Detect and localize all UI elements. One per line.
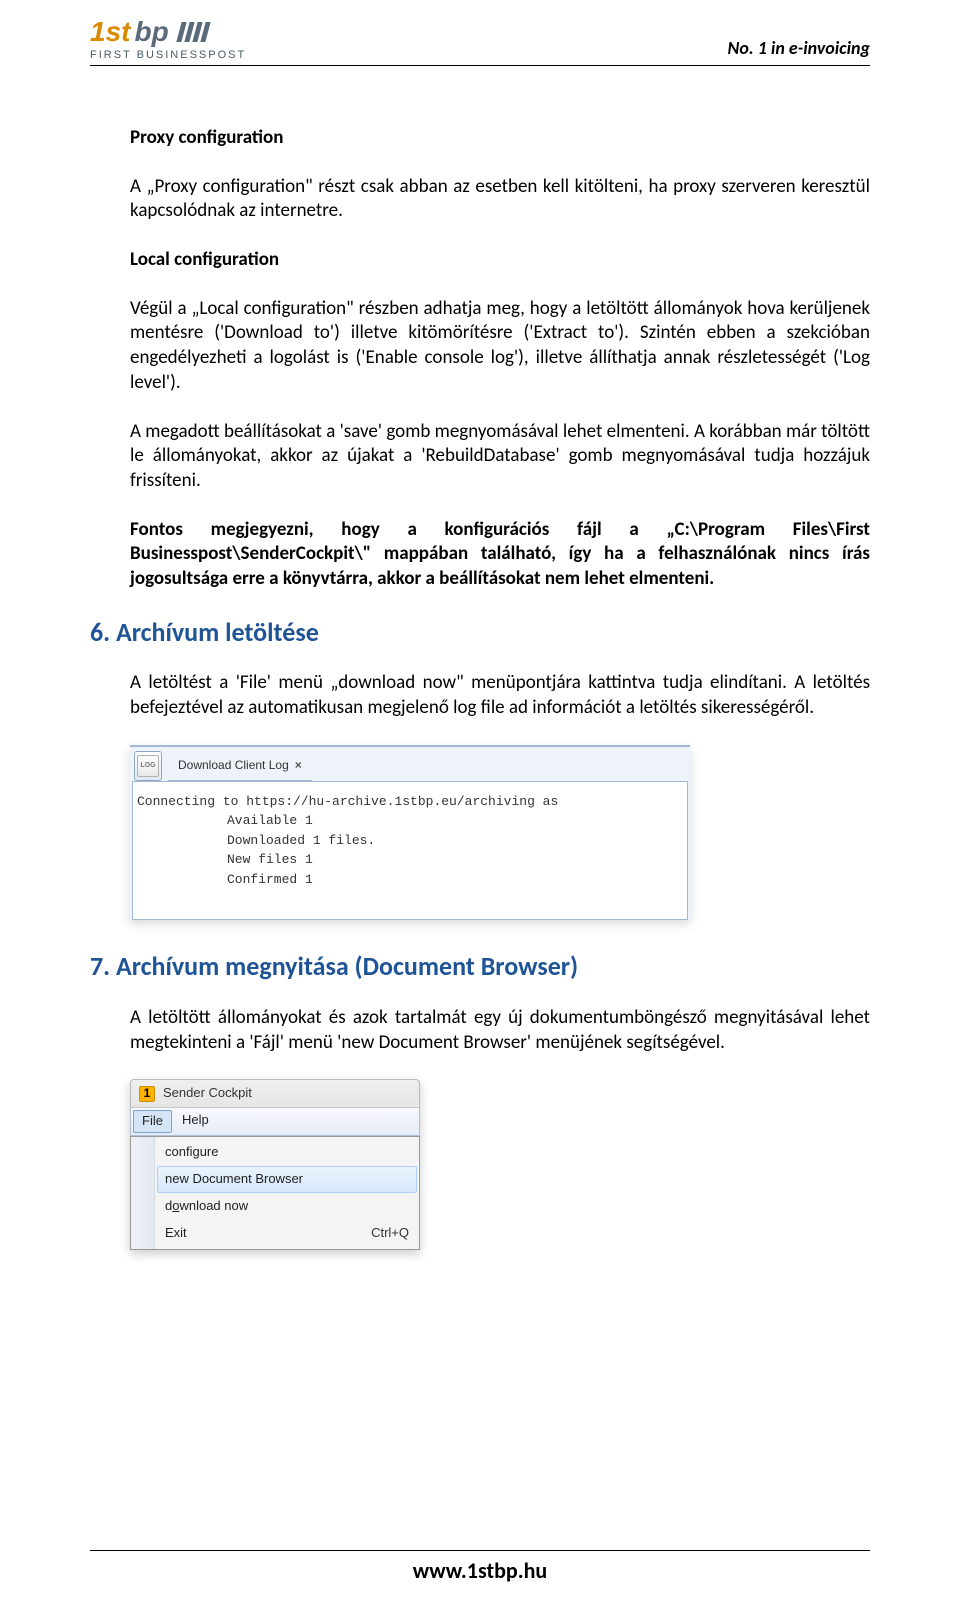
footer-url: www.1stbp.hu (90, 1550, 870, 1584)
local-config-paragraph-1: Végül a „Local configuration" részben ad… (130, 297, 870, 396)
logo-subtitle: FIRST BUSINESSPOST (90, 50, 246, 61)
section-7-paragraph: A letöltött állományokat és azok tartalm… (130, 1006, 870, 1055)
logo-text-a: 1st (90, 18, 130, 46)
window-title: Sender Cockpit (163, 1085, 252, 1102)
menu-screenshot: 1 Sender Cockpit File Help configure new… (130, 1079, 870, 1249)
menu-item-exit-shortcut: Ctrl+Q (371, 1225, 409, 1242)
close-icon[interactable]: × (295, 758, 302, 774)
log-tab[interactable]: Download Client Log × (168, 751, 312, 781)
menu-item-exit[interactable]: Exit Ctrl+Q (157, 1220, 417, 1247)
log-screenshot: LOG Download Client Log × Connecting to … (130, 745, 870, 921)
section-6-paragraph: A letöltést a 'File' menü „download now"… (130, 671, 870, 720)
logo-bars-icon (176, 22, 210, 42)
menu-help[interactable]: Help (172, 1108, 219, 1135)
menu-item-download-now[interactable]: download now (157, 1193, 417, 1220)
file-dropdown: configure new Document Browser download … (130, 1136, 420, 1250)
log-line-2: Available 1 (227, 811, 683, 831)
log-line-3: Downloaded 1 files. (227, 831, 683, 851)
menu-item-new-document-browser-label: new Document Browser (165, 1171, 303, 1188)
log-tab-label: Download Client Log (178, 758, 289, 774)
logo: 1stbp FIRST BUSINESSPOST (90, 18, 246, 61)
tagline: No. 1 in e-invoicing (728, 37, 870, 61)
menu-item-exit-label: Exit (165, 1225, 187, 1242)
menu-file[interactable]: File (133, 1110, 172, 1133)
local-config-paragraph-3: Fontos megjegyezni, hogy a konfigurációs… (130, 518, 870, 592)
section-6-heading: 6. Archívum letöltése (90, 616, 870, 650)
menu-item-new-document-browser[interactable]: new Document Browser (157, 1166, 417, 1193)
log-line-4: New files 1 (227, 850, 683, 870)
proxy-config-paragraph: A „Proxy configuration" részt csak abban… (130, 175, 870, 224)
log-left-button[interactable]: LOG (134, 751, 162, 781)
logo-text-b: bp (134, 18, 168, 46)
local-config-heading: Local configuration (130, 248, 870, 273)
log-line-5: Confirmed 1 (227, 870, 683, 890)
menu-item-configure-label: configure (165, 1144, 218, 1161)
local-config-paragraph-2: A megadott beállításokat a 'save' gomb m… (130, 420, 870, 494)
window-titlebar: 1 Sender Cockpit (130, 1079, 420, 1108)
menu-item-configure[interactable]: configure (157, 1139, 417, 1166)
log-icon: LOG (137, 755, 159, 777)
log-line-1: Connecting to https://hu-archive.1stbp.e… (137, 792, 683, 812)
menu-item-download-now-label: download now (165, 1198, 248, 1215)
proxy-config-heading: Proxy configuration (130, 126, 870, 151)
menubar: File Help (130, 1108, 420, 1136)
menu-gutter (131, 1137, 155, 1249)
section-7-heading: 7. Archívum megnyitása (Document Browser… (90, 950, 870, 984)
app-icon: 1 (139, 1086, 155, 1102)
log-body: Connecting to https://hu-archive.1stbp.e… (132, 781, 688, 921)
page-header: 1stbp FIRST BUSINESSPOST No. 1 in e-invo… (90, 18, 870, 66)
